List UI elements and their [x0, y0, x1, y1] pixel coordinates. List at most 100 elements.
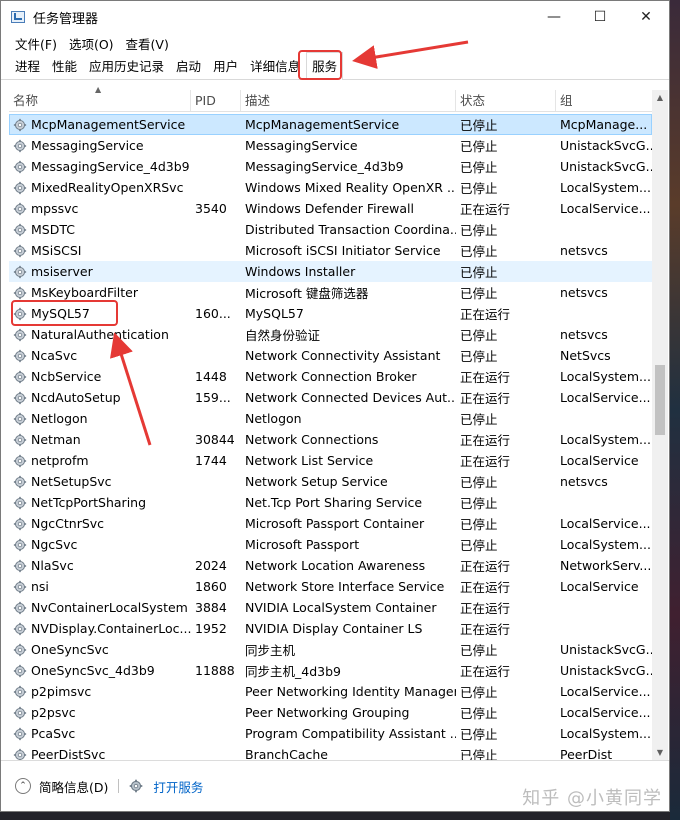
tab-app-history[interactable]: 应用历史记录 — [83, 52, 170, 79]
table-row[interactable]: NgcCtnrSvc Microsoft Passport Container 已停… — [9, 513, 652, 534]
service-name-cell: MessagingService_4d3b9 — [9, 159, 191, 174]
service-description-cell: Network Connections — [245, 432, 379, 447]
service-name-cell: NetTcpPortSharing — [9, 495, 191, 510]
scroll-up-arrow-icon[interactable]: ▲ — [652, 90, 668, 106]
table-row[interactable]: NaturalAuthentication 自然身份验证 已停止 netsvcs — [9, 324, 652, 345]
task-manager-window: 任务管理器 — ☐ ✕ 文件(F) 选项(O) 查看(V) 进程 性能 应用历史… — [0, 0, 670, 812]
service-name-cell: OneSyncSvc_4d3b9 — [9, 663, 191, 678]
service-group-cell: LocalSystem... — [560, 726, 651, 741]
table-row[interactable]: NgcSvc Microsoft Passport 已停止 LocalSystem..… — [9, 534, 652, 555]
minimize-button[interactable]: — — [531, 1, 577, 33]
service-name-cell: netprofm — [9, 453, 191, 468]
fewer-details-link[interactable]: 简略信息(D) — [39, 777, 108, 796]
table-row[interactable]: MessagingService MessagingService 已停止 Unist… — [9, 135, 652, 156]
service-description-cell: MySQL57 — [245, 306, 304, 321]
table-row[interactable]: msiserver Windows Installer 已停止 — [9, 261, 652, 282]
maximize-button[interactable]: ☐ — [577, 1, 623, 33]
tab-processes[interactable]: 进程 — [9, 52, 46, 79]
menu-view[interactable]: 查看(V) — [126, 34, 169, 53]
column-header-description[interactable]: 描述 — [241, 90, 456, 111]
table-row[interactable]: Netman 30844 Network Connections 正在运行 LocalS… — [9, 429, 652, 450]
service-description-cell: NVIDIA LocalSystem Container — [245, 600, 437, 615]
table-row[interactable]: netprofm 1744 Network List Service 正在运行 Loca… — [9, 450, 652, 471]
collapse-chevron-icon[interactable]: ⌃ — [15, 778, 31, 794]
tab-users[interactable]: 用户 — [207, 52, 244, 79]
service-description-cell: Network Setup Service — [245, 474, 388, 489]
tab-details[interactable]: 详细信息 — [244, 52, 306, 79]
table-row[interactable]: NetSetupSvc Network Setup Service 已停止 netsv… — [9, 471, 652, 492]
table-row[interactable]: OneSyncSvc 同步主机 已停止 UnistackSvcG... — [9, 639, 652, 660]
service-name-cell: Netman — [9, 432, 191, 447]
service-name-cell: NcbService — [9, 369, 191, 384]
table-row[interactable]: NvContainerLocalSystem 3884 NVIDIA LocalSy… — [9, 597, 652, 618]
service-pid-cell: 1744 — [195, 453, 227, 468]
open-services-link[interactable]: 打开服务 — [153, 777, 203, 796]
service-name-cell: MSiSCSI — [9, 243, 191, 258]
service-group-cell: LocalService — [560, 453, 639, 468]
table-row[interactable]: MixedRealityOpenXRSvc Windows Mixed Reali… — [9, 177, 652, 198]
table-row[interactable]: NcdAutoSetup 159... Network Connected Devi… — [9, 387, 652, 408]
window-title: 任务管理器 — [33, 11, 99, 27]
column-header-group[interactable]: 组 — [556, 90, 652, 111]
scroll-down-arrow-icon[interactable]: ▼ — [652, 745, 668, 761]
service-group-cell: LocalSystem... — [560, 432, 651, 447]
service-description-cell: 自然身份验证 — [245, 328, 321, 343]
service-status-cell: 已停止 — [460, 286, 498, 301]
service-status-cell: 正在运行 — [460, 307, 511, 322]
service-description-cell: Microsoft Passport — [245, 537, 360, 552]
watermark-text: 知乎 @小黄同学 — [522, 788, 662, 809]
service-status-cell: 正在运行 — [460, 454, 511, 469]
service-pid-cell: 160... — [195, 306, 231, 321]
service-status-cell: 已停止 — [460, 118, 498, 133]
table-row[interactable]: NlaSvc 2024 Network Location Awareness 正在运行… — [9, 555, 652, 576]
title-bar[interactable]: 任务管理器 — ☐ ✕ — [1, 1, 669, 33]
table-row[interactable]: mpssvc 3540 Windows Defender Firewall 正在运行 L… — [9, 198, 652, 219]
service-name-cell: NcdAutoSetup — [9, 390, 191, 405]
service-gear-icon — [13, 727, 27, 741]
table-row[interactable]: NVDisplay.ContainerLoc... 1952 NVIDIA Disp… — [9, 618, 652, 639]
table-row[interactable]: PcaSvc Program Compatibility Assistant ..… — [9, 723, 652, 744]
service-name-cell: NaturalAuthentication — [9, 327, 191, 342]
table-row[interactable]: p2pimsvc Peer Networking Identity Manager… — [9, 681, 652, 702]
table-row[interactable]: MSiSCSI Microsoft iSCSI Initiator Service… — [9, 240, 652, 261]
menu-file[interactable]: 文件(F) — [15, 34, 57, 53]
service-gear-icon — [13, 433, 27, 447]
column-header-name[interactable]: ▲ 名称 — [9, 86, 191, 111]
table-row[interactable]: NetTcpPortSharing Net.Tcp Port Sharing Se… — [9, 492, 652, 513]
service-description-cell: Distributed Transaction Coordina... — [245, 222, 456, 237]
service-gear-icon — [13, 559, 27, 573]
table-row[interactable]: p2psvc Peer Networking Grouping 已停止 LocalSe… — [9, 702, 652, 723]
menu-options[interactable]: 选项(O) — [69, 34, 114, 53]
service-status-cell: 已停止 — [460, 643, 498, 658]
tab-performance[interactable]: 性能 — [46, 52, 83, 79]
table-row[interactable]: McpManagementService McpManagementService… — [9, 114, 652, 135]
table-row[interactable]: MSDTC Distributed Transaction Coordina...… — [9, 219, 652, 240]
service-pid-cell: 3540 — [195, 201, 227, 216]
scrollbar-thumb[interactable] — [655, 365, 665, 435]
column-header-status[interactable]: 状态 — [456, 90, 556, 111]
service-description-cell: Network Store Interface Service — [245, 579, 445, 594]
close-button[interactable]: ✕ — [623, 1, 669, 33]
service-description-cell: Windows Mixed Reality OpenXR ... — [245, 180, 456, 195]
tab-startup[interactable]: 启动 — [170, 52, 207, 79]
column-header-pid[interactable]: PID — [191, 90, 241, 111]
table-row[interactable]: OneSyncSvc_4d3b9 11888 同步主机_4d3b9 正在运行 Unist… — [9, 660, 652, 681]
table-row[interactable]: NcbService 1448 Network Connection Broker 正… — [9, 366, 652, 387]
service-gear-icon — [13, 391, 27, 405]
service-description-cell: Program Compatibility Assistant ... — [245, 726, 456, 741]
service-group-cell: LocalSystem... — [560, 180, 651, 195]
annotation-box-services-tab — [298, 50, 342, 80]
table-row[interactable]: Netlogon Netlogon 已停止 — [9, 408, 652, 429]
table-row[interactable]: NcaSvc Network Connectivity Assistant 已停止 N… — [9, 345, 652, 366]
service-name-cell: msiserver — [9, 264, 191, 279]
services-list: McpManagementService McpManagementService… — [9, 114, 652, 765]
service-name-cell: OneSyncSvc — [9, 642, 191, 657]
service-pid-cell: 1952 — [195, 621, 227, 636]
table-row[interactable]: nsi 1860 Network Store Interface Service 正在… — [9, 576, 652, 597]
table-row[interactable]: MessagingService_4d3b9 MessagingService_4… — [9, 156, 652, 177]
service-group-cell: NetSvcs — [560, 348, 611, 363]
service-group-cell: NetworkServ... — [560, 558, 652, 573]
vertical-scrollbar[interactable]: ▲ ▼ — [652, 90, 668, 761]
service-description-cell: Network Location Awareness — [245, 558, 426, 573]
service-name-cell: McpManagementService — [9, 117, 191, 132]
